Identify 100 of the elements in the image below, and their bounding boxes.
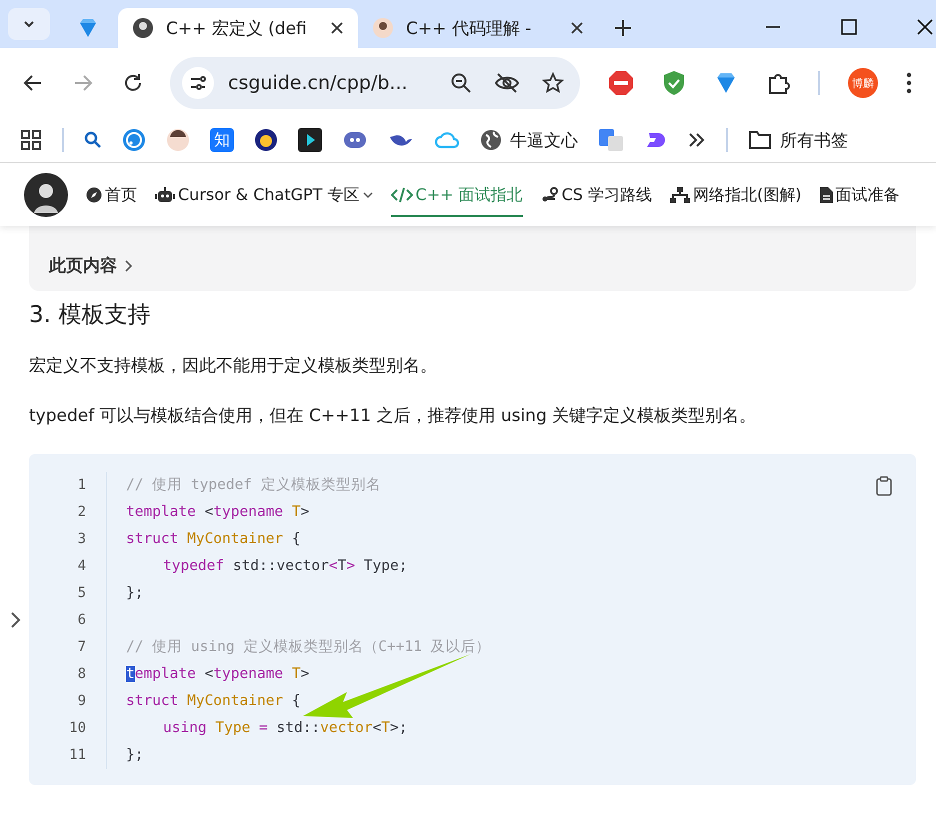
line-number: 8	[76, 665, 86, 684]
code-token: >	[300, 666, 310, 682]
puzzle-icon[interactable]	[766, 71, 790, 95]
type-token: MyContainer	[186, 531, 284, 547]
apps-grid-icon[interactable]	[20, 129, 42, 151]
code-token: std::vector	[232, 558, 329, 574]
avatar-icon[interactable]	[166, 128, 190, 152]
type-token: T	[290, 504, 301, 520]
keyword-token: <	[328, 558, 338, 574]
type-token: vector	[320, 720, 373, 736]
code-token: T	[338, 558, 346, 574]
code-token: >	[300, 504, 310, 520]
star-icon[interactable]	[542, 72, 564, 94]
code-token: <	[204, 666, 214, 682]
line-number: 6	[76, 611, 86, 630]
code-token: };	[126, 747, 144, 763]
code-token: {	[290, 531, 301, 547]
paragraph: 宏定义不支持模板，因此不能用于定义模板类型别名。	[29, 355, 438, 377]
line-number: 5	[76, 584, 86, 603]
keyword-token: typename	[213, 504, 284, 520]
close-icon[interactable]	[916, 18, 934, 36]
nav-label: 面试准备	[836, 184, 900, 206]
toc-toggle[interactable]: 此页内容	[49, 254, 133, 277]
site-settings-icon[interactable]	[182, 67, 214, 99]
type-token: Type	[214, 720, 250, 736]
stop-sign-icon[interactable]	[608, 70, 634, 96]
line-number: 7	[76, 638, 86, 657]
shield-icon[interactable]	[662, 70, 686, 96]
play-icon[interactable]	[298, 128, 322, 152]
type-token: T	[381, 720, 390, 736]
code-token: Type;	[362, 558, 408, 574]
globe-icon	[480, 129, 502, 151]
code-token: {	[290, 693, 301, 709]
url-text: csguide.cn/cpp/b...	[228, 72, 409, 94]
keyword-token: =	[258, 720, 268, 736]
chevron-right-icon	[125, 260, 133, 272]
search-icon[interactable]	[84, 131, 102, 149]
code-token: std::	[276, 720, 320, 736]
line-number: 4	[76, 557, 86, 576]
nav-link[interactable]: 面试准备	[820, 173, 900, 217]
line-number: 3	[76, 530, 86, 549]
badge-icon[interactable]	[254, 128, 278, 152]
code-comment: // 使用 typedef 定义模板类型别名	[126, 477, 381, 493]
line-number: 11	[68, 746, 86, 765]
type-token: MyContainer	[186, 693, 284, 709]
code-token: <	[372, 720, 382, 736]
reload-icon[interactable]	[122, 72, 144, 94]
keyword-token: struct	[126, 531, 178, 547]
eye-slash-icon[interactable]	[494, 72, 520, 94]
nav-label: 网络指北(图解)	[693, 184, 802, 206]
browser-tab[interactable]: C++ 宏定义 (defi	[118, 8, 358, 48]
nav-link[interactable]: C++ 面试指北	[390, 173, 523, 217]
bookmark-label: 牛逼文心	[510, 130, 578, 152]
code-token: };	[126, 585, 144, 601]
keyword-token: typedef	[163, 558, 224, 574]
code-token: <	[204, 504, 214, 520]
diamond-icon	[77, 17, 99, 39]
nav-link[interactable]: CS 学习路线	[540, 173, 652, 217]
code-icon	[390, 187, 413, 203]
rss-icon[interactable]	[122, 128, 146, 152]
keyword-token: >	[346, 558, 356, 574]
selected-text: t	[126, 666, 135, 682]
clipboard-icon[interactable]	[876, 476, 892, 496]
nav-label: CS 学习路线	[562, 184, 652, 206]
folder-icon	[748, 130, 772, 150]
bookmark-icon[interactable]: 知	[210, 128, 234, 152]
nav-link[interactable]: Cursor & ChatGPT 专区	[155, 173, 373, 217]
chat-icon[interactable]	[342, 129, 368, 151]
browser-tab[interactable]: C++ 代码理解 -	[358, 8, 598, 48]
nav-link[interactable]: 首页	[86, 173, 137, 217]
code-token: >;	[390, 720, 408, 736]
type-token: T	[290, 666, 301, 682]
chevron-double-right-icon[interactable]	[688, 132, 706, 148]
compass-icon	[86, 187, 102, 203]
keyword-token: using	[163, 720, 207, 736]
more-icon[interactable]	[906, 72, 912, 94]
keyword-token: template	[126, 504, 196, 520]
all-bookmarks-button[interactable]: 所有书签	[748, 128, 848, 152]
bookmark-label: 所有书签	[780, 130, 848, 152]
translate-icon[interactable]	[598, 128, 624, 152]
keyword-token: typename	[213, 666, 284, 682]
new-tab-icon[interactable]	[614, 19, 632, 37]
maximize-icon[interactable]	[840, 18, 858, 36]
bookmark-link[interactable]: 牛逼文心	[480, 128, 578, 152]
paragraph: typedef 可以与模板结合使用，但在 C++11 之后，推荐使用 using 关键字定义模板类型别名。	[29, 405, 758, 427]
address-bar[interactable]: csguide.cn/cpp/b...	[170, 57, 580, 109]
nav-label: Cursor & ChatGPT 专区	[178, 184, 360, 206]
tab-title: C++ 宏定义 (defi	[166, 18, 308, 40]
robot-icon	[155, 187, 175, 203]
line-number: 9	[76, 692, 86, 711]
close-icon[interactable]	[570, 21, 584, 35]
tab-title: C++ 代码理解 -	[406, 18, 532, 40]
chevron-right-icon	[10, 611, 22, 629]
section-heading: 3. 模板支持	[29, 301, 152, 330]
site-logo[interactable]	[24, 173, 68, 217]
close-icon[interactable]	[330, 21, 344, 35]
zoom-out-icon[interactable]	[450, 72, 472, 94]
line-number: 10	[68, 719, 86, 738]
nav-link[interactable]: 网络指北(图解)	[670, 173, 802, 217]
keyword-token: emplate	[134, 666, 196, 682]
